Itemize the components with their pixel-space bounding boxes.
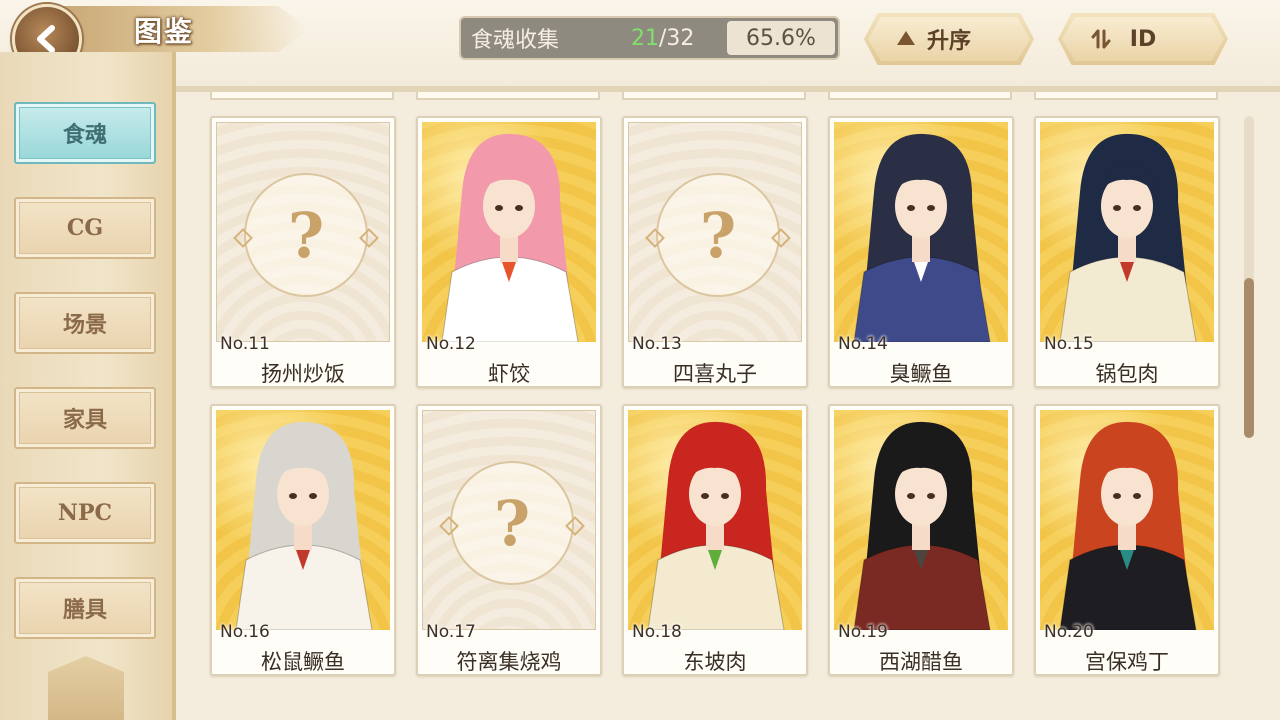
character-illustration [853, 133, 991, 342]
diamond-ornament-icon [565, 516, 585, 536]
character-portrait [834, 410, 1008, 630]
character-illustration [235, 421, 373, 630]
character-portrait [834, 122, 1008, 342]
unknown-badge: ? [439, 461, 585, 585]
card-name: 锅包肉 [1095, 362, 1159, 386]
partial-card[interactable] [416, 92, 600, 100]
chevron-left-icon [37, 25, 55, 53]
diamond-ornament-icon [645, 228, 665, 248]
card-name: 臭鳜鱼 [889, 362, 953, 386]
food-soul-card[interactable]: No.16 松鼠鳜鱼 [210, 404, 396, 676]
page-title: 图鉴 [134, 15, 195, 48]
sort-key-label: ID [1129, 26, 1157, 52]
sidebar-item-furniture[interactable]: 家具 [14, 387, 156, 449]
character-portrait [1040, 410, 1214, 630]
card-number: No.15 [1044, 334, 1094, 354]
partial-card[interactable] [210, 92, 394, 100]
sidebar-item-cg[interactable]: CG [14, 197, 156, 259]
character-illustration [1059, 421, 1197, 630]
question-mark-icon: ? [493, 486, 531, 560]
locked-portrait: ? [422, 410, 596, 630]
food-soul-card[interactable]: No.14 臭鳜鱼 [828, 116, 1014, 388]
food-soul-card[interactable]: No.15 锅包肉 [1034, 116, 1220, 388]
card-number: No.12 [426, 334, 476, 354]
character-illustration [853, 421, 991, 630]
collection-percent: 65.6% [727, 21, 835, 55]
swap-arrows-icon [1091, 29, 1111, 49]
card-number: No.14 [838, 334, 888, 354]
card-name: 松鼠鳜鱼 [261, 650, 345, 674]
card-number: No.16 [220, 622, 270, 642]
sidebar-item-npc[interactable]: NPC [14, 482, 156, 544]
character-portrait [422, 122, 596, 342]
collection-count: 21/32 [631, 26, 726, 51]
card-name: 宫保鸡丁 [1085, 650, 1169, 674]
diamond-ornament-icon [359, 228, 379, 248]
character-portrait [628, 410, 802, 630]
locked-card[interactable]: ? No.11 扬州炒饭 [210, 116, 396, 388]
sidebar-item-food-souls[interactable]: 食魂 [14, 102, 156, 164]
card-number: No.13 [632, 334, 682, 354]
food-soul-card[interactable]: No.19 西湖醋鱼 [828, 404, 1014, 676]
card-number: No.19 [838, 622, 888, 642]
food-soul-card[interactable]: No.12 虾饺 [416, 116, 602, 388]
character-illustration [441, 133, 579, 342]
card-grid: ? No.11 扬州炒饭 No.12 虾饺? No.13 四喜丸子 No.14 臭鳜鱼 No.15… [176, 92, 1236, 720]
card-name: 西湖醋鱼 [879, 650, 963, 674]
character-illustration [647, 421, 785, 630]
locked-card[interactable]: ? No.13 四喜丸子 [622, 116, 808, 388]
partial-card[interactable] [828, 92, 1012, 100]
card-number: No.17 [426, 622, 476, 642]
card-number: No.18 [632, 622, 682, 642]
sidebar-item-tableware[interactable]: 膳具 [14, 577, 156, 639]
diamond-ornament-icon [233, 228, 253, 248]
character-illustration [1059, 133, 1197, 342]
character-portrait [216, 410, 390, 630]
card-name: 符离集烧鸡 [456, 650, 562, 674]
triangle-up-icon [897, 31, 915, 45]
question-mark-icon: ? [699, 198, 737, 272]
card-name: 扬州炒饭 [261, 362, 345, 386]
partial-card[interactable] [622, 92, 806, 100]
diamond-ornament-icon [771, 228, 791, 248]
sort-order-label: 升序 [926, 29, 971, 54]
collected-count: 21 [631, 25, 659, 51]
food-soul-card[interactable]: No.20 宫保鸡丁 [1034, 404, 1220, 676]
locked-portrait: ? [216, 122, 390, 342]
card-number: No.20 [1044, 622, 1094, 642]
card-number: No.11 [220, 334, 270, 354]
total-count: /32 [659, 25, 695, 51]
sort-key-button[interactable]: ID [1058, 13, 1228, 65]
card-name: 东坡肉 [683, 650, 747, 674]
collection-label: 食魂收集 [471, 28, 560, 53]
question-mark-icon: ? [287, 198, 325, 272]
sort-order-button[interactable]: 升序 [864, 13, 1034, 65]
card-name: 四喜丸子 [673, 362, 757, 386]
scrollbar-thumb[interactable] [1244, 278, 1254, 438]
locked-card[interactable]: ? No.17 符离集烧鸡 [416, 404, 602, 676]
unknown-badge: ? [645, 173, 791, 297]
locked-portrait: ? [628, 122, 802, 342]
sidebar-item-scenes[interactable]: 场景 [14, 292, 156, 354]
card-name: 虾饺 [488, 362, 530, 386]
unknown-badge: ? [233, 173, 379, 297]
collection-progress: 食魂收集 21/32 65.6% [459, 16, 840, 60]
food-soul-card[interactable]: No.18 东坡肉 [622, 404, 808, 676]
character-portrait [1040, 122, 1214, 342]
diamond-ornament-icon [439, 516, 459, 536]
partial-card[interactable] [1034, 92, 1218, 100]
